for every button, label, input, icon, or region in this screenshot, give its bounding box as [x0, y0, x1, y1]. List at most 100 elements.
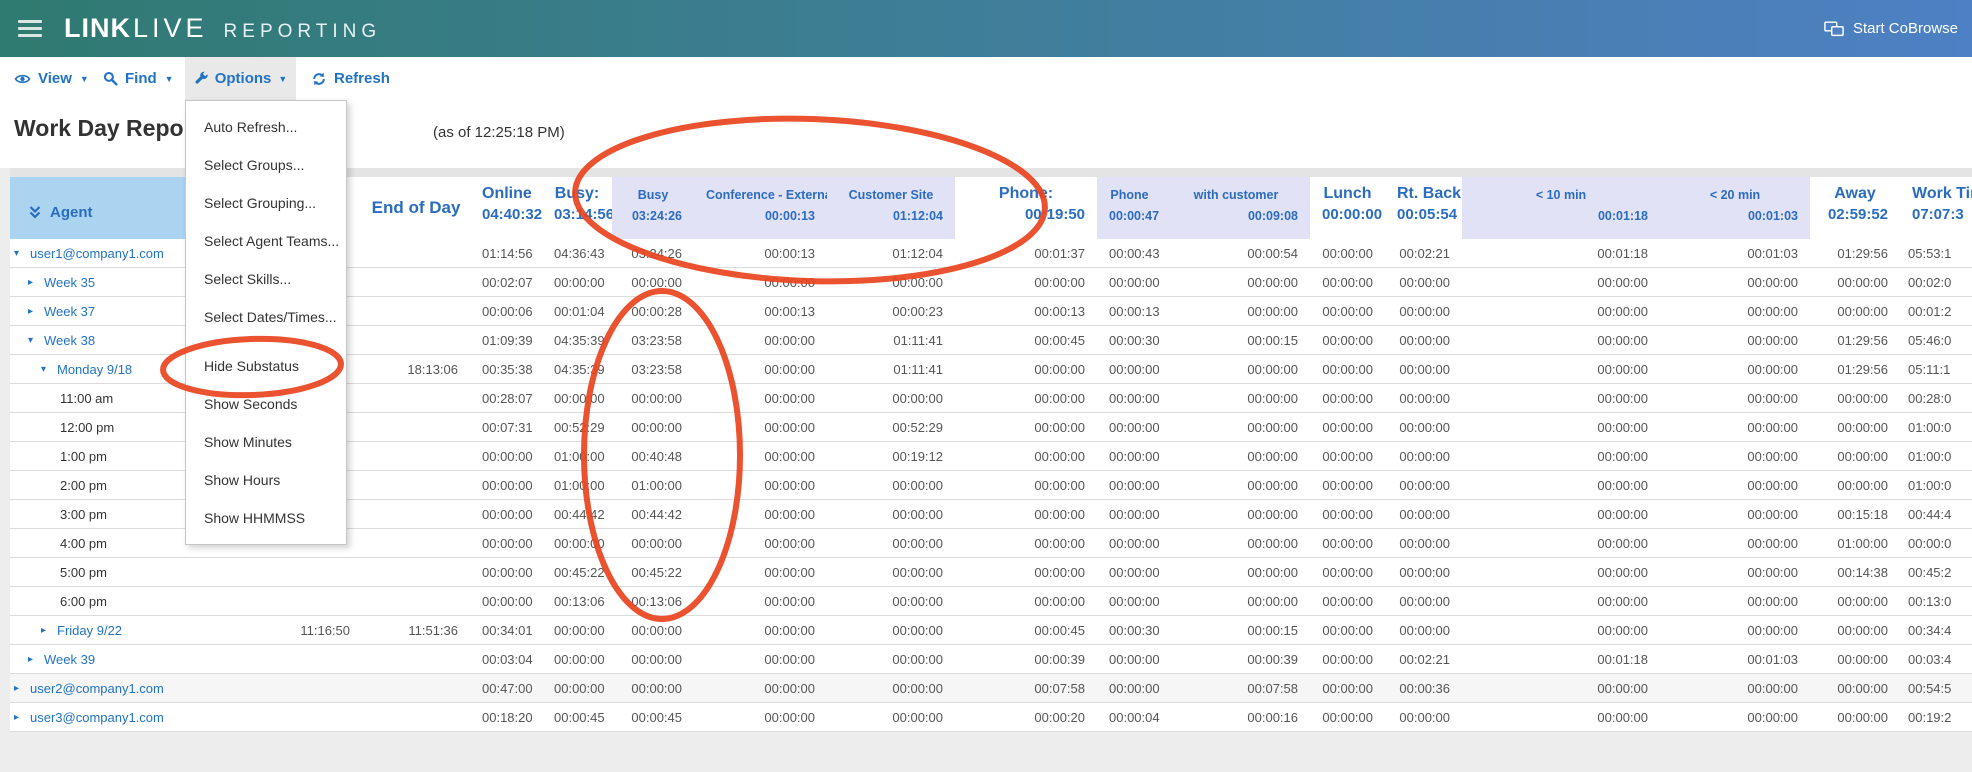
menu-item-select-groups[interactable]: Select Groups...	[186, 146, 346, 184]
cell-phone_main: 00:00:13	[955, 304, 1097, 319]
menu-item-show-minutes[interactable]: Show Minutes	[186, 423, 346, 461]
cell-lt_20_min: 00:00:00	[1660, 710, 1810, 725]
cell-work_time: 00:28:0	[1900, 391, 1972, 406]
as-of-timestamp: (as of 12:25:18 PM)	[433, 124, 565, 141]
caret-down-icon[interactable]: ▾	[14, 248, 30, 259]
menu-item-auto-refresh[interactable]: Auto Refresh...	[186, 108, 346, 146]
caret-right-icon[interactable]: ▸	[14, 712, 30, 723]
cell-online: 01:09:39	[470, 333, 542, 348]
menu-item-show-hours[interactable]: Show Hours	[186, 461, 346, 499]
cell-customer_site: 00:00:00	[827, 565, 955, 580]
row-label[interactable]: user2@company1.com	[30, 681, 164, 696]
refresh-icon	[311, 71, 327, 87]
cell-online: 00:34:01	[470, 623, 542, 638]
refresh-button[interactable]: Refresh	[311, 57, 390, 100]
menu-item-show-hhmmss[interactable]: Show HHMMSS	[186, 499, 346, 537]
cell-lt_10_min: 00:00:00	[1462, 681, 1660, 696]
caret-right-icon[interactable]: ▸	[41, 625, 57, 636]
cell-with_customer: 00:00:15	[1162, 623, 1310, 638]
menu-item-show-seconds[interactable]: Show Seconds	[186, 385, 346, 423]
menu-item-hide-substatus[interactable]: Hide Substatus	[186, 347, 346, 385]
cell-conference_external: 00:00:00	[694, 623, 827, 638]
app-window: LINKLIVE REPORTING Start CoBrowse View▼	[0, 0, 1972, 772]
cell-lt_20_min: 00:00:00	[1660, 391, 1810, 406]
cell-lt_20_min: 00:00:00	[1660, 304, 1810, 319]
top-bar: LINKLIVE REPORTING Start CoBrowse	[0, 0, 1972, 57]
cell-busy_main: 00:00:00	[542, 275, 612, 290]
row-label[interactable]: Week 39	[44, 652, 95, 667]
find-button[interactable]: Find▼	[103, 57, 174, 100]
cell-busy_main: 00:52:29	[542, 420, 612, 435]
column-total-away: 02:59:52	[1822, 206, 1888, 223]
cell-lt_10_min: 00:00:00	[1462, 536, 1660, 551]
cell-rt_back: 00:00:00	[1385, 420, 1462, 435]
caret-right-icon[interactable]: ▸	[28, 306, 44, 317]
caret-right-icon[interactable]: ▸	[28, 654, 44, 665]
cell-work_time: 01:00:0	[1900, 449, 1972, 464]
cell-with_customer: 00:00:15	[1162, 333, 1310, 348]
cell-lunch: 00:00:00	[1310, 565, 1385, 580]
row-label: 1:00 pm	[60, 449, 107, 464]
app-logo: LINKLIVE REPORTING	[64, 13, 381, 44]
row-label[interactable]: Monday 9/18	[57, 362, 132, 377]
cell-end_of_day: 11:51:36	[362, 623, 470, 638]
row-label[interactable]: Week 37	[44, 304, 95, 319]
row-label[interactable]: Week 35	[44, 275, 95, 290]
row-label[interactable]: user1@company1.com	[30, 246, 164, 261]
cell-rt_back: 00:00:00	[1385, 362, 1462, 377]
cell-conference_external: 00:00:00	[694, 536, 827, 551]
caret-right-icon[interactable]: ▸	[28, 277, 44, 288]
menu-item-select-grouping[interactable]: Select Grouping...	[186, 184, 346, 222]
caret-right-icon[interactable]: ▸	[14, 683, 30, 694]
column-header-phone_main: Phone:00:19:50	[955, 177, 1097, 239]
cell-lt_20_min: 00:00:00	[1660, 333, 1810, 348]
row-label[interactable]: user3@company1.com	[30, 710, 164, 725]
cell-with_customer: 00:00:00	[1162, 304, 1310, 319]
cell-customer_site: 00:00:00	[827, 652, 955, 667]
options-button[interactable]: Options▼	[185, 57, 296, 100]
menu-item-select-agent-teams[interactable]: Select Agent Teams...	[186, 222, 346, 260]
cell-lt_20_min: 00:00:00	[1660, 623, 1810, 638]
column-total-with_customer: 00:09:08	[1174, 209, 1298, 223]
cell-busy_main: 00:00:00	[542, 536, 612, 551]
cell-conference_external: 00:00:00	[694, 449, 827, 464]
caret-down-icon[interactable]: ▾	[41, 364, 57, 375]
menu-item-select-skills[interactable]: Select Skills...	[186, 260, 346, 298]
cell-away: 00:00:00	[1810, 478, 1900, 493]
start-cobrowse-button[interactable]: Start CoBrowse	[1824, 0, 1958, 57]
cell-away: 00:00:00	[1810, 681, 1900, 696]
cell-phone_main: 00:00:45	[955, 333, 1097, 348]
cell-with_customer: 00:00:00	[1162, 362, 1310, 377]
cell-conference_external: 00:00:00	[694, 565, 827, 580]
cell-agent: 6:00 pm	[10, 594, 233, 609]
cell-conference_external: 00:00:00	[694, 333, 827, 348]
cell-online: 00:47:00	[470, 681, 542, 696]
cell-with_customer: 00:00:00	[1162, 275, 1310, 290]
cell-lt_20_min: 00:00:00	[1660, 565, 1810, 580]
cell-lunch: 00:00:00	[1310, 652, 1385, 667]
cell-busy_main: 01:00:00	[542, 478, 612, 493]
row-label[interactable]: Week 38	[44, 333, 95, 348]
caret-down-icon[interactable]: ▾	[28, 335, 44, 346]
table-row: 6:00 pm00:00:0000:13:0600:13:0600:00:000…	[10, 587, 1972, 616]
column-header-work_time: Work Tim07:07:3	[1900, 177, 1972, 239]
cell-rt_back: 00:00:00	[1385, 536, 1462, 551]
cell-busy_main: 00:13:06	[542, 594, 612, 609]
cell-lt_10_min: 00:00:00	[1462, 507, 1660, 522]
row-label[interactable]: Friday 9/22	[57, 623, 122, 638]
find-label: Find	[125, 70, 157, 87]
cell-online: 00:00:06	[470, 304, 542, 319]
row-label: 5:00 pm	[60, 565, 107, 580]
cell-work_time: 00:54:5	[1900, 681, 1972, 696]
view-button[interactable]: View▼	[14, 57, 89, 100]
hamburger-menu-icon[interactable]	[18, 20, 42, 37]
agent-header-label: Agent	[50, 204, 93, 221]
cell-lt_20_min: 00:00:00	[1660, 478, 1810, 493]
column-total-conference_external: 00:00:13	[706, 209, 815, 223]
cell-agent: 5:00 pm	[10, 565, 233, 580]
cell-away: 00:00:00	[1810, 710, 1900, 725]
cell-busy_main: 01:00:00	[542, 449, 612, 464]
menu-item-select-dates-times[interactable]: Select Dates/Times...	[186, 298, 346, 336]
column-header-with_customer: with customer00:09:08	[1162, 177, 1310, 239]
cell-with_customer: 00:00:00	[1162, 507, 1310, 522]
